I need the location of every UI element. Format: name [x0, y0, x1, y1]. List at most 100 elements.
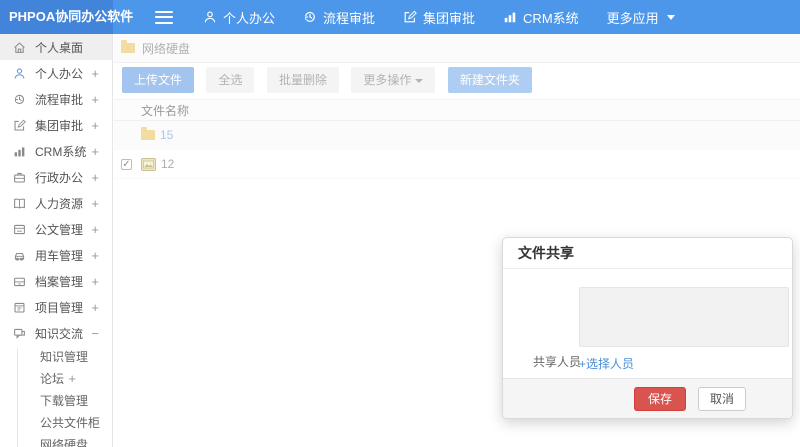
sidebar-item-personal-desktop[interactable]: 个人桌面: [0, 34, 112, 60]
file-name: 12: [161, 157, 175, 171]
sidebar-submenu-knowledge: 知识管理 论坛 + 下载管理 公共文件柜 网络硬盘: [0, 346, 112, 447]
sidebar-label: 集团审批: [35, 118, 84, 133]
edit-icon: [14, 119, 26, 130]
file-share-modal: 文件共享 共享人员 +选择人员 保存 取消: [502, 237, 793, 419]
table-row-folder-15[interactable]: 15: [114, 121, 800, 150]
image-file-icon: [141, 157, 156, 171]
topnav-label: 集团审批: [423, 10, 476, 26]
expand-toggle[interactable]: +: [91, 66, 99, 81]
topnav-process-approval[interactable]: 流程审批: [303, 8, 375, 27]
modal-body: 共享人员 +选择人员: [503, 269, 792, 379]
expand-toggle[interactable]: +: [91, 196, 99, 211]
expand-toggle[interactable]: +: [91, 144, 99, 159]
file-name-link[interactable]: 15: [160, 128, 173, 142]
share-members-textarea[interactable]: [579, 287, 789, 347]
user-icon: [204, 11, 216, 23]
topnav-more-apps[interactable]: 更多应用: [607, 8, 675, 27]
sidebar-label: 行政办公: [35, 170, 84, 185]
sidebar-label: 用车管理: [35, 248, 84, 263]
select-all-button[interactable]: 全选: [206, 67, 255, 93]
process-icon: [14, 94, 24, 104]
sidebar-item-document-management[interactable]: 公文管理 +: [0, 216, 112, 242]
sidebar-label: 个人办公: [35, 66, 84, 81]
sidebar-label: 项目管理: [35, 300, 84, 315]
sidebar-label: 知识交流: [35, 326, 84, 341]
briefcase-icon: [14, 172, 25, 182]
sidebar-item-admin-office[interactable]: 行政办公 +: [0, 164, 112, 190]
choose-members-link[interactable]: +选择人员: [579, 355, 634, 372]
more-actions-label: 更多操作: [363, 73, 412, 87]
topnav-personal-office[interactable]: 个人办公: [203, 8, 275, 27]
sidebar-subitem-download-management[interactable]: 下载管理: [0, 390, 112, 412]
folder-icon: [141, 127, 155, 140]
document-icon: [14, 224, 25, 234]
project-icon: [14, 302, 25, 312]
sidebar-subitem-forum[interactable]: 论坛 +: [0, 368, 112, 390]
modal-footer: 保存 取消: [503, 378, 792, 418]
save-button[interactable]: 保存: [633, 386, 686, 411]
top-nav: 个人办公 流程审批 集团审批 CRM系统 更多应用: [203, 8, 703, 27]
more-actions-dropdown[interactable]: 更多操作: [351, 67, 436, 93]
sidebar: 个人桌面 个人办公 + 流程审批 + 集团审批 + CRM系统 + 行政办公 +…: [0, 34, 113, 447]
new-folder-button[interactable]: 新建文件夹: [447, 67, 532, 93]
sidebar-label: 公文管理: [35, 222, 84, 237]
chart-icon: [14, 146, 25, 156]
topnav-crm-system[interactable]: CRM系统: [503, 8, 579, 27]
batch-delete-button[interactable]: 批量删除: [266, 67, 339, 93]
upload-file-button[interactable]: 上传文件: [122, 67, 195, 93]
expand-toggle[interactable]: +: [68, 368, 76, 390]
home-icon: [14, 41, 25, 53]
sidebar-label: CRM系统: [35, 144, 87, 159]
topnav-label: 更多应用: [606, 10, 659, 26]
expand-toggle[interactable]: +: [91, 222, 99, 237]
sidebar-subitem-knowledge-management[interactable]: 知识管理: [0, 346, 112, 368]
expand-toggle[interactable]: +: [91, 92, 99, 107]
sidebar-item-process-approval[interactable]: 流程审批 +: [0, 86, 112, 112]
process-icon: [305, 12, 315, 22]
breadcrumb: 网络硬盘: [114, 34, 800, 63]
expand-toggle[interactable]: +: [91, 274, 99, 289]
sidebar-item-project-management[interactable]: 项目管理 +: [0, 294, 112, 320]
car-icon: [14, 252, 25, 261]
hamburger-menu-icon[interactable]: [155, 10, 173, 24]
sidebar-subitem-public-file-cabinet[interactable]: 公共文件柜: [0, 412, 112, 434]
expand-toggle[interactable]: +: [91, 300, 99, 315]
chart-icon: [504, 12, 516, 23]
row-checkbox-checked[interactable]: ✓: [121, 159, 132, 170]
chat-icon: [14, 328, 25, 339]
file-toolbar: 上传文件 全选 批量删除 更多操作 新建文件夹: [114, 63, 800, 97]
sidebar-label: 人力资源: [35, 196, 84, 211]
sidebar-item-vehicle-management[interactable]: 用车管理 +: [0, 242, 112, 268]
sidebar-label: 档案管理: [35, 274, 84, 289]
sidebar-sublabel: 公共文件柜: [40, 416, 101, 430]
share-members-label: 共享人员: [533, 355, 582, 369]
file-table: 文件名称 15 ✓ 12: [114, 99, 800, 179]
topnav-label: 流程审批: [323, 10, 376, 26]
sidebar-item-knowledge-exchange[interactable]: 知识交流 −: [0, 320, 112, 346]
sidebar-item-archive-management[interactable]: 档案管理 +: [0, 268, 112, 294]
expand-toggle[interactable]: +: [91, 118, 99, 133]
sidebar-item-group-approval[interactable]: 集团审批 +: [0, 112, 112, 138]
cancel-button[interactable]: 取消: [698, 386, 747, 411]
sidebar-sublabel: 网络硬盘: [40, 438, 89, 447]
sidebar-item-human-resources[interactable]: 人力资源 +: [0, 190, 112, 216]
breadcrumb-label: 网络硬盘: [142, 41, 191, 56]
sidebar-sublabel: 论坛: [40, 372, 65, 386]
archive-icon: [14, 277, 25, 286]
user-icon: [14, 67, 25, 79]
sidebar-item-crm-system[interactable]: CRM系统 +: [0, 138, 112, 164]
sidebar-subitem-network-disk[interactable]: 网络硬盘: [0, 434, 112, 447]
app-logo: PHPOA协同办公软件: [0, 0, 133, 34]
topnav-group-approval[interactable]: 集团审批: [403, 8, 475, 27]
file-table-header: 文件名称: [114, 99, 800, 121]
expand-toggle[interactable]: +: [91, 170, 99, 185]
expand-toggle[interactable]: +: [91, 248, 99, 263]
edit-icon: [404, 10, 417, 23]
top-bar: PHPOA协同办公软件 个人办公 流程审批 集团审批 CRM系统 更多应用: [0, 0, 800, 34]
modal-title: 文件共享: [503, 238, 792, 269]
table-row-file-12[interactable]: ✓ 12: [114, 150, 800, 179]
sidebar-label: 个人桌面: [35, 40, 84, 55]
sidebar-label: 流程审批: [35, 92, 84, 107]
collapse-toggle[interactable]: −: [91, 326, 99, 341]
sidebar-item-personal-office[interactable]: 个人办公 +: [0, 60, 112, 86]
